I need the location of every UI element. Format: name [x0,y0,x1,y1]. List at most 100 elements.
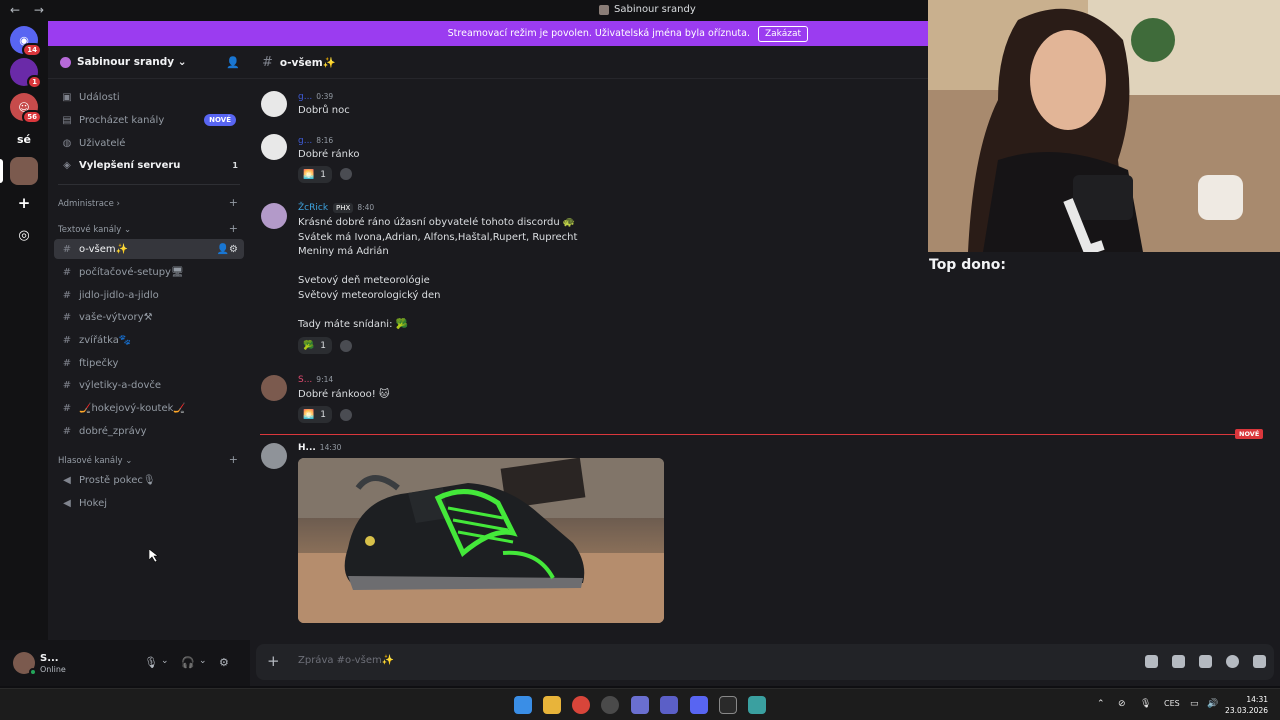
message-time: 8:40 [357,203,375,212]
avatar[interactable] [261,203,287,229]
add-channel-icon[interactable]: + [229,453,238,466]
server-tag: PHX [333,203,354,213]
plus-icon[interactable]: + [267,652,280,670]
add-reaction-icon[interactable] [340,409,352,421]
channel-item[interactable]: # vaše-výtvory⚒ [54,307,244,327]
hash-icon: # [62,266,72,278]
avatar[interactable] [261,443,287,469]
display-icon[interactable]: ▭ [1190,699,1199,709]
windows-start-icon[interactable] [514,696,532,714]
emoji-icon[interactable] [1226,655,1239,668]
server-sabinour[interactable] [10,157,38,185]
message-author[interactable]: g... 0:39 [298,92,333,102]
mention-badge: 1 [27,75,42,89]
voice-channel[interactable]: ◀ Hokej [54,493,244,513]
server-purple[interactable]: 1 [10,58,42,89]
volume-icon[interactable]: 🔊 [1207,699,1218,709]
gift-icon[interactable] [1145,655,1158,668]
message-author[interactable]: ŽcRick PHX 8:40 [298,203,374,213]
app-icon[interactable] [631,696,649,714]
gear-icon[interactable]: ⚙ [219,656,229,669]
window-title: Sabinour srandy [599,4,696,15]
sticker-icon[interactable] [1199,655,1212,668]
channel-item[interactable]: # zvířátka🐾 [54,330,244,350]
forward-arrow-icon[interactable]: → [34,3,44,17]
calendar-icon: ▣ [62,91,72,103]
discover-icon[interactable]: ◎ [10,221,38,249]
avatar[interactable] [13,652,37,676]
hash-icon: # [62,425,72,437]
channel-item[interactable]: # ftipečky [54,353,244,373]
channel-item[interactable]: # dobré_zprávy [54,421,244,441]
broccoli-emoji-icon: 🥦 [303,340,315,351]
channel-item[interactable]: # počítačové-setupy🖥 [54,262,244,282]
sidebar-item-boost[interactable]: ◈ Vylepšení serveru 1 [54,155,244,175]
message-author[interactable]: g... 8:16 [298,136,333,146]
invite-icon[interactable]: 👤 [226,56,240,69]
clock[interactable]: 14:31 23.03.2026 [1225,694,1268,716]
category-voice-channels[interactable]: Hlasové kanály ⌄ [58,456,132,466]
channel-label: zvířátka🐾 [79,334,132,346]
microphone-icon[interactable]: 🎙 [144,656,158,669]
chevron-down-icon[interactable]: ⌄ [199,656,207,666]
message-time: 9:14 [316,375,334,384]
channel-item[interactable]: # jidlo-jidlo-a-jidlo [54,285,244,305]
add-server-icon[interactable]: + [10,189,38,217]
message-input[interactable]: Zpráva #o-všem✨ [298,655,394,666]
server-emoji[interactable]: ☺ 56 [10,93,42,124]
message-time: 8:16 [316,136,334,145]
selected-server-pill [0,159,3,183]
user-status: Online [40,665,66,674]
discord-icon[interactable] [690,696,708,714]
server-se[interactable]: sé [10,125,38,153]
app-icon[interactable] [748,696,766,714]
message-author[interactable]: H... 14:30 [298,443,341,453]
channel-label: 🏒hokejový-koutek🏒 [79,402,186,414]
members-icon: ◍ [62,137,72,149]
network-icon[interactable]: ⊘ [1118,699,1126,709]
channel-label: dobré_zprávy [79,425,147,437]
reaction[interactable]: 🌅 1 [298,406,332,423]
avatar[interactable] [261,134,287,160]
voice-channel[interactable]: ◀ Prostě pokec🎙 [54,470,244,490]
avatar[interactable] [261,91,287,117]
add-reaction-icon[interactable] [340,168,352,180]
channel-o-vsem[interactable]: # o-všem✨ 👤⚙ [54,239,244,259]
chrome-icon[interactable] [572,696,590,714]
message-text: Krásné dobré ráno úžasní obyvatelé tohot… [298,217,578,331]
discord-home-icon[interactable]: ◉ 14 [10,26,42,57]
obs-icon[interactable] [601,696,619,714]
avatar[interactable] [261,375,287,401]
sidebar-item-browse-channels[interactable]: ▤ Procházet kanály NOVÉ [54,110,244,130]
disable-streamer-button[interactable]: Zakázat [757,25,808,42]
language-indicator[interactable]: CES [1164,699,1180,708]
message-author[interactable]: S... 9:14 [298,375,333,385]
app-icon[interactable] [660,696,678,714]
channel-item[interactable]: # 🏒hokejový-koutek🏒 [54,398,244,418]
add-channel-icon[interactable]: + [229,196,238,209]
channel-item[interactable]: # výletiky-a-dovče [54,375,244,395]
gif-icon[interactable] [1172,655,1185,668]
reaction[interactable]: 🌅 1 [298,166,332,183]
reaction[interactable]: 🥦 1 [298,337,332,354]
streamer-mode-banner: Streamovací režim je povolen. Uživatelsk… [48,21,928,46]
message-composer[interactable]: + Zpráva #o-všem✨ [256,644,1274,680]
sidebar-item-members[interactable]: ◍ Uživatelé [54,133,244,153]
channel-settings-icons[interactable]: 👤⚙ [217,244,238,255]
file-explorer-icon[interactable] [543,696,561,714]
chevron-down-icon[interactable]: ⌄ [161,656,169,666]
shoe-photo-attachment[interactable] [298,458,664,623]
apps-icon[interactable] [1253,655,1266,668]
chevron-up-icon[interactable]: ⌃ [1097,699,1105,709]
sidebar-item-events[interactable]: ▣ Události [54,87,244,107]
microphone-icon[interactable]: 🎙 [1140,699,1151,709]
add-reaction-icon[interactable] [340,340,352,352]
add-channel-icon[interactable]: + [229,222,238,235]
headphones-icon[interactable]: 🎧 [181,656,195,669]
mention-badge: 14 [22,43,42,57]
category-text-channels[interactable]: Textové kanály ⌄ [58,225,131,235]
server-header[interactable]: Sabinour srandy ⌄ 👤 [48,46,250,79]
back-arrow-icon[interactable]: ← [10,3,20,17]
epic-games-icon[interactable] [719,696,737,714]
category-admin[interactable]: Administrace › [58,199,120,209]
